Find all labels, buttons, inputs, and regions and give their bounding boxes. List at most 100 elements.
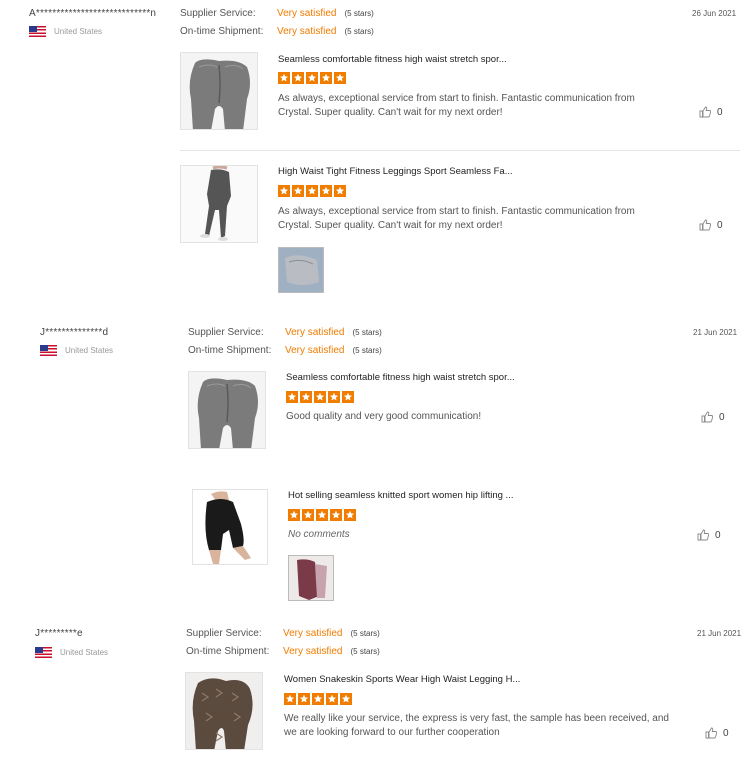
review-attachment-image[interactable] xyxy=(278,247,324,293)
like-count: 0 xyxy=(717,219,723,231)
supplier-service-rating: Supplier Service: Very satisfied (5 star… xyxy=(186,628,380,639)
country-label: United States xyxy=(54,27,103,36)
like-count: 0 xyxy=(723,727,729,739)
country-label: United States xyxy=(60,648,109,657)
supplier-service-label: Supplier Service: xyxy=(180,8,256,19)
review-date: 26 Jun 2021 xyxy=(692,9,737,18)
star-icon xyxy=(320,72,332,84)
buyer-name: A****************************n xyxy=(29,8,157,19)
product-star-rating xyxy=(278,72,346,84)
star-icon xyxy=(316,509,328,521)
shipment-stars: (5 stars) xyxy=(350,647,380,656)
like-button[interactable]: 0 xyxy=(697,529,721,541)
review-date: 21 Jun 2021 xyxy=(697,629,742,638)
shipment-label: On-time Shipment: xyxy=(188,345,272,356)
divider xyxy=(180,150,740,151)
supplier-service-label: Supplier Service: xyxy=(188,327,264,338)
star-icon xyxy=(340,693,352,705)
review-comment: Good quality and very good communication… xyxy=(286,411,482,422)
product-star-rating xyxy=(284,693,352,705)
buyer-country: United States xyxy=(35,647,108,658)
product-title[interactable]: Hot selling seamless knitted sport women… xyxy=(288,490,513,501)
supplier-service-label: Supplier Service: xyxy=(186,628,262,639)
star-icon xyxy=(286,391,298,403)
review-comment: As always, exceptional service from star… xyxy=(278,206,635,231)
product-star-rating xyxy=(286,391,354,403)
product-title[interactable]: Seamless comfortable fitness high waist … xyxy=(286,372,515,383)
star-icon xyxy=(344,509,356,521)
us-flag-icon xyxy=(29,26,46,37)
review-attachment-image[interactable] xyxy=(288,555,334,601)
review-date: 21 Jun 2021 xyxy=(693,328,738,337)
thumbs-up-icon xyxy=(701,411,713,423)
star-icon xyxy=(342,391,354,403)
star-icon xyxy=(312,693,324,705)
shipment-rating: On-time Shipment: Very satisfied (5 star… xyxy=(180,26,374,37)
review-comment: We really like your service, the express… xyxy=(284,713,669,738)
supplier-service-value: Very satisfied xyxy=(277,8,337,19)
star-icon xyxy=(288,509,300,521)
product-image[interactable] xyxy=(180,52,258,130)
star-icon xyxy=(300,391,312,403)
shipment-value: Very satisfied xyxy=(283,646,343,657)
supplier-service-stars: (5 stars) xyxy=(350,629,380,638)
like-button[interactable]: 0 xyxy=(699,106,723,118)
star-icon xyxy=(320,185,332,197)
thumbs-up-icon xyxy=(705,727,717,739)
like-count: 0 xyxy=(717,106,723,118)
star-icon xyxy=(314,391,326,403)
star-icon xyxy=(328,391,340,403)
supplier-service-value: Very satisfied xyxy=(283,628,343,639)
buyer-country: United States xyxy=(40,345,113,356)
supplier-service-rating: Supplier Service: Very satisfied (5 star… xyxy=(188,327,382,338)
like-button[interactable]: 0 xyxy=(701,411,725,423)
product-title[interactable]: Seamless comfortable fitness high waist … xyxy=(278,54,507,65)
shipment-rating: On-time Shipment: Very satisfied (5 star… xyxy=(186,646,380,657)
star-icon xyxy=(284,693,296,705)
like-count: 0 xyxy=(719,411,725,423)
product-star-rating xyxy=(278,185,346,197)
us-flag-icon xyxy=(40,345,57,356)
shipment-label: On-time Shipment: xyxy=(180,26,264,37)
star-icon xyxy=(278,72,290,84)
star-icon xyxy=(278,185,290,197)
shipment-value: Very satisfied xyxy=(277,26,337,37)
buyer-name: J*********e xyxy=(35,628,83,639)
product-star-rating xyxy=(288,509,356,521)
product-title[interactable]: High Waist Tight Fitness Leggings Sport … xyxy=(278,166,513,177)
star-icon xyxy=(306,72,318,84)
product-image[interactable] xyxy=(188,371,266,449)
shipment-stars: (5 stars) xyxy=(352,346,382,355)
star-icon xyxy=(334,185,346,197)
star-icon xyxy=(330,509,342,521)
star-icon xyxy=(326,693,338,705)
supplier-service-value: Very satisfied xyxy=(285,327,345,338)
star-icon xyxy=(298,693,310,705)
product-title[interactable]: Women Snakeskin Sports Wear High Waist L… xyxy=(284,674,520,685)
product-image[interactable] xyxy=(192,489,268,565)
star-icon xyxy=(302,509,314,521)
star-icon xyxy=(306,185,318,197)
thumbs-up-icon xyxy=(697,529,709,541)
star-icon xyxy=(292,72,304,84)
supplier-service-stars: (5 stars) xyxy=(352,328,382,337)
shipment-stars: (5 stars) xyxy=(344,27,374,36)
like-button[interactable]: 0 xyxy=(699,219,723,231)
thumbs-up-icon xyxy=(699,219,711,231)
us-flag-icon xyxy=(35,647,52,658)
shipment-value: Very satisfied xyxy=(285,345,345,356)
shipment-label: On-time Shipment: xyxy=(186,646,270,657)
like-button[interactable]: 0 xyxy=(705,727,729,739)
supplier-service-rating: Supplier Service: Very satisfied (5 star… xyxy=(180,8,374,19)
like-count: 0 xyxy=(715,529,721,541)
review-comment: As always, exceptional service from star… xyxy=(278,93,635,118)
country-label: United States xyxy=(65,346,114,355)
shipment-rating: On-time Shipment: Very satisfied (5 star… xyxy=(188,345,382,356)
buyer-name: J**************d xyxy=(40,327,109,338)
buyer-country: United States xyxy=(29,26,102,37)
star-icon xyxy=(292,185,304,197)
review-comment: No comments xyxy=(288,529,350,540)
product-image[interactable] xyxy=(180,165,258,243)
thumbs-up-icon xyxy=(699,106,711,118)
product-image[interactable] xyxy=(185,672,263,750)
